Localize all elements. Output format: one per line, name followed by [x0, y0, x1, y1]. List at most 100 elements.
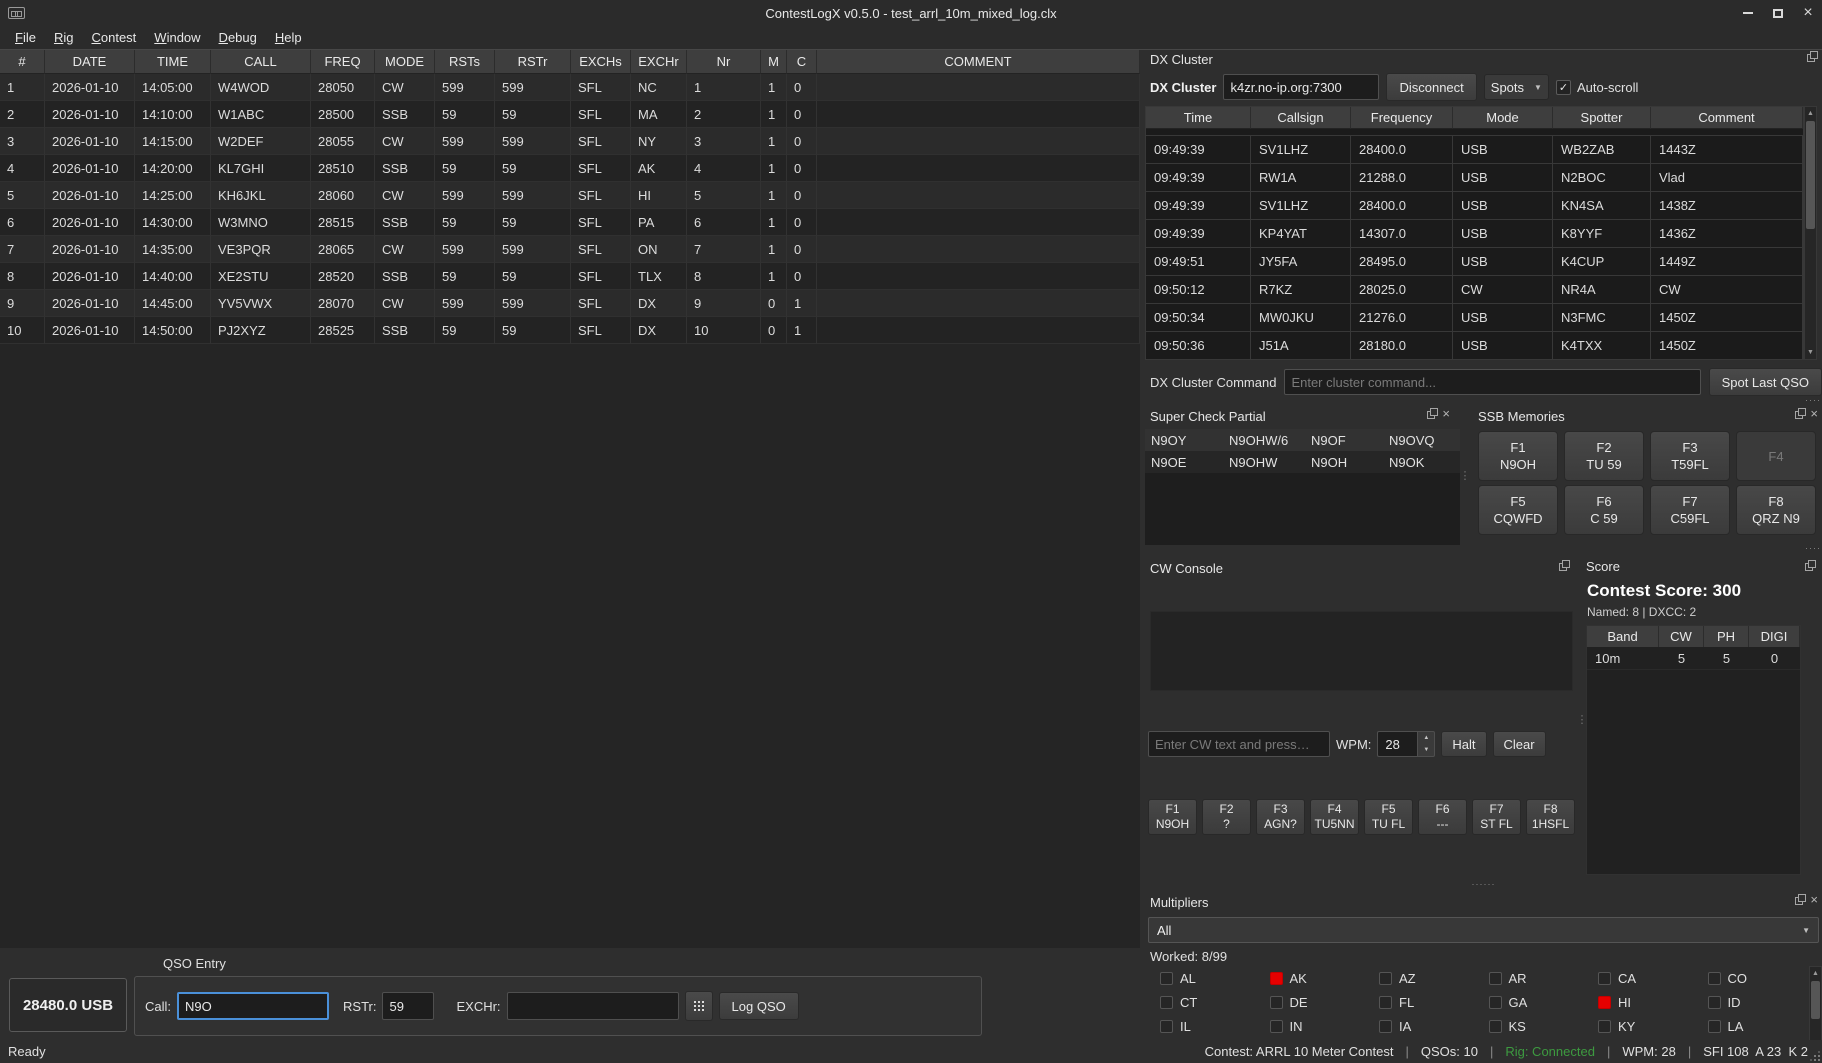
menu-item[interactable]: File — [6, 28, 45, 47]
multiplier-checkbox[interactable]: CO — [1696, 966, 1806, 990]
table-row[interactable]: 4 2026-01-10 14:20:00 KL7GHI 28510 SSB 5… — [0, 155, 1140, 182]
scroll-down-icon[interactable]: ▼ — [1805, 346, 1816, 359]
column-header[interactable]: M — [761, 50, 787, 74]
splitter-handle[interactable]: ⋮ — [1460, 405, 1470, 545]
scp-callsign[interactable]: N9OE — [1145, 451, 1223, 473]
column-header[interactable]: Spotter — [1553, 107, 1651, 129]
menu-item[interactable]: Rig — [45, 28, 83, 47]
multiplier-checkbox[interactable]: DE — [1258, 990, 1368, 1014]
column-header[interactable]: RSTr — [495, 50, 571, 74]
menu-item[interactable]: Window — [145, 28, 209, 47]
cluster-command-input[interactable] — [1284, 369, 1700, 395]
column-header[interactable]: Nr — [687, 50, 761, 74]
spot-row[interactable]: 09:49:51 JY5FA 28495.0 USB K4CUP 1449Z — [1146, 248, 1803, 276]
menu-item[interactable]: Contest — [82, 28, 145, 47]
multiplier-checkbox[interactable]: KY — [1586, 1014, 1696, 1038]
scp-callsign[interactable]: N9OY — [1145, 429, 1223, 451]
ssb-memory-button[interactable]: F1 N9OH — [1478, 431, 1558, 481]
float-panel-icon[interactable] — [1559, 560, 1570, 571]
cw-memory-button[interactable]: F7 ST FL — [1472, 799, 1521, 835]
spots-scrollbar[interactable]: ▲ ▼ — [1804, 106, 1817, 360]
splitter-handle[interactable]: ⋮ — [1578, 557, 1586, 881]
spot-row[interactable]: 09:49:39 SV1LHZ 28400.0 USB WB2ZAB 1443Z — [1146, 136, 1803, 164]
column-header[interactable]: # — [0, 50, 45, 74]
menu-item[interactable]: Debug — [210, 28, 266, 47]
close-panel-icon[interactable]: × — [1810, 894, 1818, 905]
table-row[interactable]: 2 2026-01-10 14:10:00 W1ABC 28500 SSB 59… — [0, 101, 1140, 128]
dx-cluster-server-input[interactable] — [1223, 74, 1379, 100]
table-row[interactable]: 6 2026-01-10 14:30:00 W3MNO 28515 SSB 59… — [0, 209, 1140, 236]
stepper-down-icon[interactable]: ▼ — [1418, 744, 1434, 756]
wpm-stepper[interactable]: 28 ▲ ▼ — [1377, 731, 1435, 757]
multiplier-checkbox[interactable]: AK — [1258, 966, 1368, 990]
table-row[interactable]: 1 2026-01-10 14:05:00 W4WOD 28050 CW 599… — [0, 74, 1140, 101]
float-panel-icon[interactable] — [1805, 560, 1816, 571]
float-panel-icon[interactable] — [1795, 408, 1806, 419]
cw-memory-button[interactable]: F1 N9OH — [1148, 799, 1197, 835]
column-header[interactable]: RSTs — [435, 50, 495, 74]
scp-callsign[interactable]: N9OK — [1383, 451, 1460, 473]
splitter-handle[interactable]: ······ — [1145, 881, 1822, 889]
spot-row[interactable]: 09:49:39 RW1A 21288.0 USB N2BOC Vlad — [1146, 164, 1803, 192]
menu-item[interactable]: Help — [266, 28, 311, 47]
multiplier-checkbox[interactable]: AR — [1477, 966, 1587, 990]
maximize-button[interactable] — [1770, 5, 1786, 21]
column-header[interactable]: Time — [1146, 107, 1251, 129]
spot-row[interactable]: 09:50:34 MW0JKU 21276.0 USB N3FMC 1450Z — [1146, 304, 1803, 332]
multiplier-checkbox[interactable]: ID — [1696, 990, 1806, 1014]
column-header[interactable]: EXCHs — [571, 50, 631, 74]
close-button[interactable]: × — [1800, 5, 1816, 21]
cw-memory-button[interactable]: F6 --- — [1418, 799, 1467, 835]
column-header[interactable]: TIME — [135, 50, 211, 74]
multiplier-checkbox[interactable]: GA — [1477, 990, 1587, 1014]
keypad-button[interactable] — [685, 991, 713, 1021]
scrollbar-thumb[interactable] — [1806, 121, 1815, 229]
disconnect-button[interactable]: Disconnect — [1386, 73, 1476, 101]
scp-callsign[interactable]: N9OHW/6 — [1223, 429, 1305, 451]
ssb-memory-button[interactable]: F2 TU 59 — [1564, 431, 1644, 481]
column-header[interactable]: Frequency — [1351, 107, 1453, 129]
autoscroll-checkbox-row[interactable]: ✓ Auto-scroll — [1556, 80, 1638, 95]
multiplier-checkbox[interactable]: CA — [1586, 966, 1696, 990]
halt-button[interactable]: Halt — [1441, 731, 1486, 757]
multiplier-checkbox[interactable]: AL — [1148, 966, 1258, 990]
scp-callsign[interactable]: N9OF — [1305, 429, 1383, 451]
multiplier-checkbox[interactable]: IL — [1148, 1014, 1258, 1038]
spot-row[interactable]: 09:50:12 R7KZ 28025.0 CW NR4A CW — [1146, 276, 1803, 304]
splitter-handle[interactable]: ······ — [1145, 397, 1822, 405]
cw-memory-button[interactable]: F8 1HSFL — [1526, 799, 1575, 835]
call-input[interactable] — [177, 992, 329, 1020]
column-header[interactable]: COMMENT — [817, 50, 1140, 74]
stepper-up-icon[interactable]: ▲ — [1418, 732, 1434, 744]
column-header[interactable]: Mode — [1453, 107, 1553, 129]
column-header[interactable]: MODE — [375, 50, 435, 74]
float-panel-icon[interactable] — [1427, 408, 1438, 419]
multiplier-checkbox[interactable]: CT — [1148, 990, 1258, 1014]
table-row[interactable]: 10 2026-01-10 14:50:00 PJ2XYZ 28525 SSB … — [0, 317, 1140, 344]
spot-row[interactable]: 09:50:36 J51A 28180.0 USB K4TXX 1450Z — [1146, 332, 1803, 360]
rstr-input[interactable] — [382, 992, 434, 1020]
resize-grip-icon[interactable] — [1810, 1051, 1820, 1061]
column-header[interactable]: DATE — [45, 50, 135, 74]
scp-callsign[interactable]: N9OHW — [1223, 451, 1305, 473]
multiplier-checkbox[interactable]: IN — [1258, 1014, 1368, 1038]
splitter-handle[interactable]: ······ — [1145, 545, 1822, 553]
ssb-memory-button[interactable]: F5 CQWFD — [1478, 485, 1558, 535]
exchr-input[interactable] — [507, 992, 679, 1020]
ssb-memory-button[interactable]: F8 QRZ N9 — [1736, 485, 1816, 535]
scroll-up-icon[interactable]: ▲ — [1805, 107, 1816, 120]
table-row[interactable]: 8 2026-01-10 14:40:00 XE2STU 28520 SSB 5… — [0, 263, 1140, 290]
column-header[interactable]: Callsign — [1251, 107, 1351, 129]
table-row[interactable]: 3 2026-01-10 14:15:00 W2DEF 28055 CW 599… — [0, 128, 1140, 155]
table-row[interactable]: 9 2026-01-10 14:45:00 YV5VWX 28070 CW 59… — [0, 290, 1140, 317]
spot-last-qso-button[interactable]: Spot Last QSO — [1709, 368, 1822, 396]
float-panel-icon[interactable] — [1795, 894, 1806, 905]
spots-filter-dropdown[interactable]: Spots ▼ — [1484, 74, 1549, 100]
minimize-button[interactable] — [1740, 5, 1756, 21]
scrollbar-thumb[interactable] — [1811, 981, 1820, 1019]
clear-button[interactable]: Clear — [1493, 731, 1546, 757]
multiplier-checkbox[interactable]: KS — [1477, 1014, 1587, 1038]
close-panel-icon[interactable]: × — [1810, 408, 1818, 419]
column-header[interactable]: EXCHr — [631, 50, 687, 74]
table-row[interactable]: 5 2026-01-10 14:25:00 KH6JKL 28060 CW 59… — [0, 182, 1140, 209]
